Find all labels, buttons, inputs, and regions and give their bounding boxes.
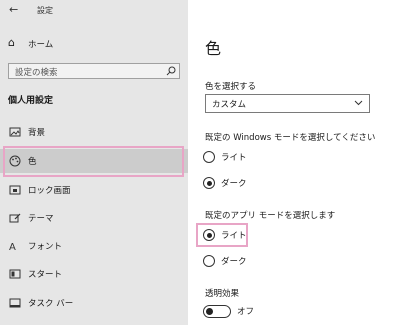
sidebar-item-theme[interactable]: テーマ: [0, 206, 188, 230]
nav-home-label: ホーム: [28, 40, 54, 50]
app-mode-light-radio[interactable]: ライト: [203, 229, 303, 243]
svg-text:A: A: [9, 242, 16, 252]
sidebar-item-label: タスク バー: [28, 299, 74, 309]
app-mode-label: 既定のアプリ モードを選択します: [205, 211, 336, 221]
radio-label: ライト: [221, 231, 247, 241]
sidebar-item-label: テーマ: [28, 214, 54, 224]
radio-label: ダーク: [221, 257, 247, 267]
radio-circle: [203, 255, 215, 267]
radio-circle: [203, 151, 215, 163]
app-mode-dark-radio[interactable]: ダーク: [203, 255, 303, 269]
choose-color-label: 色を選択する: [205, 82, 257, 92]
picture-icon: [9, 127, 21, 137]
lock-screen-icon: [9, 185, 21, 195]
transparency-toggle[interactable]: [203, 305, 231, 318]
radio-label: ライト: [221, 153, 247, 163]
sidebar-item-taskbar[interactable]: タスク バー: [0, 291, 188, 315]
sidebar-item-font[interactable]: A フォント: [0, 234, 188, 258]
radio-circle: [203, 177, 215, 189]
back-arrow-icon[interactable]: ←: [9, 3, 18, 16]
sidebar-item-start[interactable]: スタート: [0, 262, 188, 286]
sidebar-item-label: 色: [28, 157, 37, 167]
windows-mode-light-radio[interactable]: ライト: [203, 151, 303, 165]
sidebar-item-label: 背景: [28, 128, 46, 138]
title-bar: ← 設定: [0, 0, 188, 22]
dropdown-value: カスタム: [212, 100, 247, 110]
sidebar-item-background[interactable]: 背景: [0, 120, 188, 144]
start-icon: [9, 269, 21, 279]
section-title: 個人用設定: [8, 96, 54, 106]
theme-brush-icon: [9, 213, 21, 223]
sidebar-item-lock-screen[interactable]: ロック画面: [0, 178, 188, 202]
sidebar-item-color[interactable]: 色: [0, 149, 188, 173]
chevron-down-icon: [354, 100, 363, 106]
home-icon: ⌂: [8, 36, 15, 49]
palette-icon: [9, 155, 21, 167]
windows-mode-dark-radio[interactable]: ダーク: [203, 177, 303, 191]
radio-label: ダーク: [221, 179, 247, 189]
page-title: 色: [205, 39, 222, 58]
radio-circle: [203, 229, 215, 241]
windows-mode-label: 既定の Windows モードを選択してください: [205, 133, 376, 143]
search-input[interactable]: 設定の検索: [8, 63, 180, 79]
search-placeholder: 設定の検索: [15, 68, 58, 78]
sidebar-item-label: スタート: [28, 270, 63, 280]
search-icon: [166, 66, 176, 76]
color-dropdown[interactable]: カスタム: [205, 94, 370, 113]
sidebar-item-label: フォント: [28, 242, 63, 252]
app-title: 設定: [37, 6, 53, 15]
sidebar: ← 設定 ⌂ ホーム 設定の検索 個人用設定 背景 色 ロック画面 テーマ A …: [0, 0, 188, 325]
transparency-label: 透明効果: [205, 289, 240, 299]
taskbar-icon: [9, 298, 21, 308]
font-icon: A: [9, 242, 16, 252]
transparency-state: オフ: [237, 307, 255, 317]
nav-home[interactable]: ⌂ ホーム: [8, 36, 178, 52]
sidebar-item-label: ロック画面: [28, 186, 71, 196]
